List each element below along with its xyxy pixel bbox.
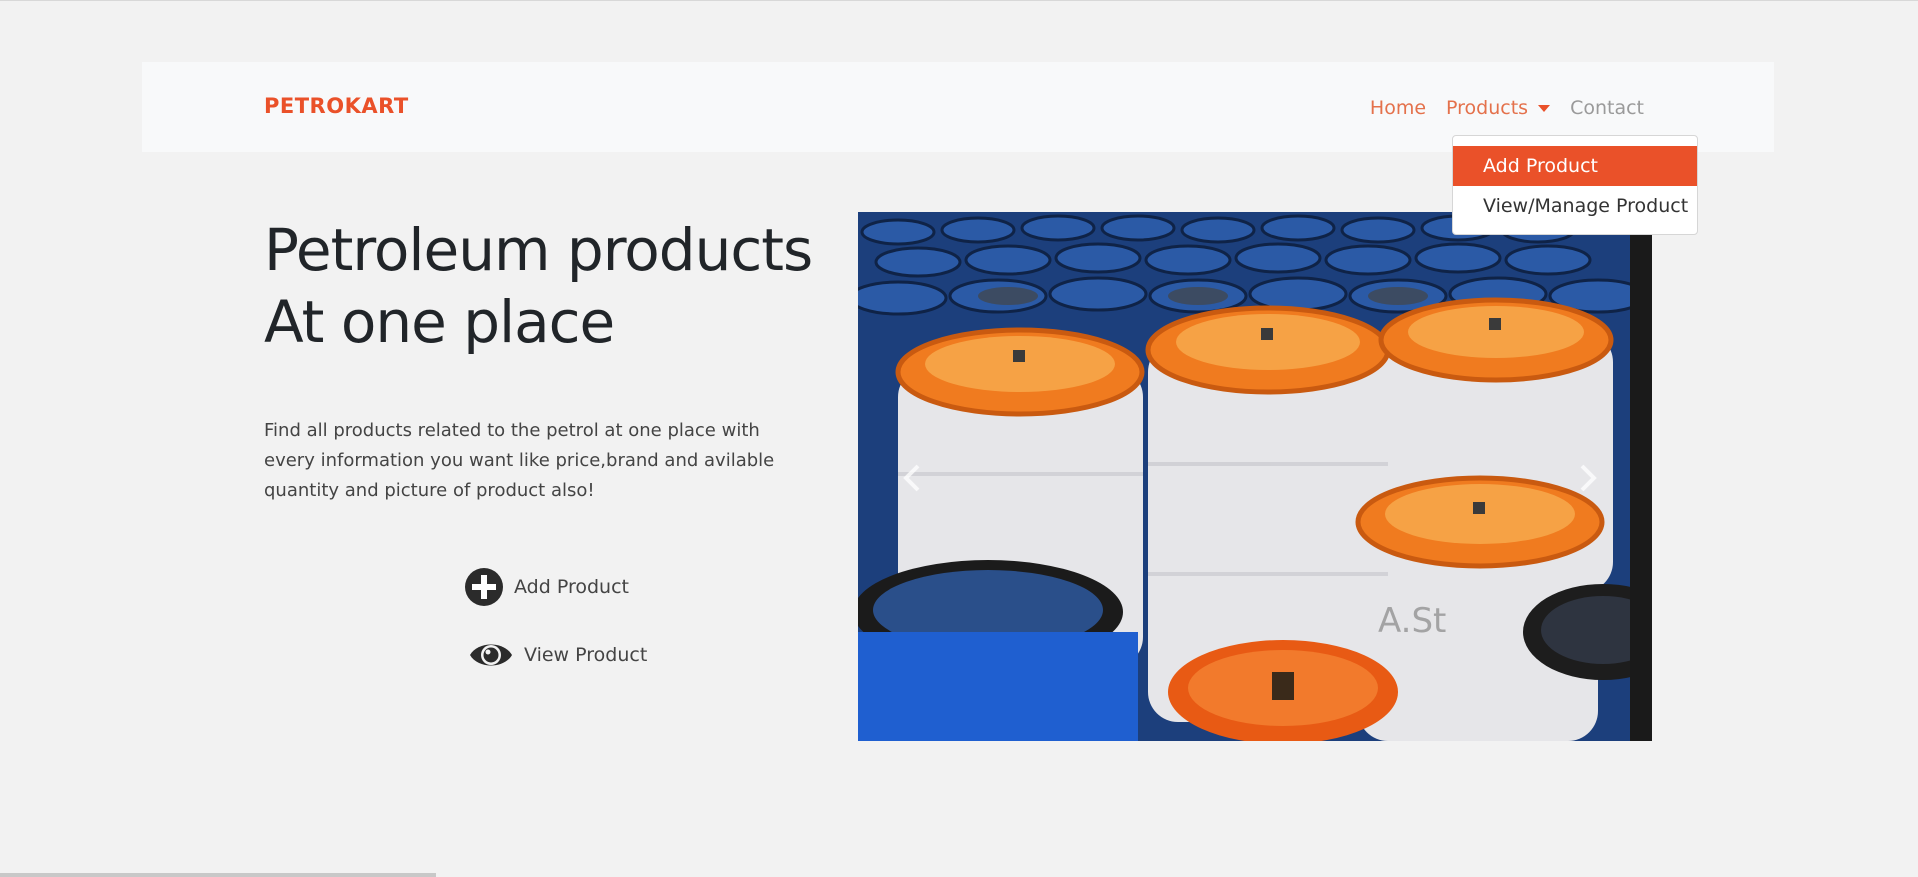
view-product-button[interactable]: View Product bbox=[468, 638, 647, 672]
add-product-button[interactable]: Add Product bbox=[464, 567, 629, 607]
carousel-prev-button[interactable] bbox=[898, 458, 928, 498]
products-dropdown-menu: Add Product View/Manage Product bbox=[1452, 135, 1698, 235]
chevron-left-icon bbox=[903, 464, 920, 492]
nav-links: Home Products Contact bbox=[1350, 96, 1644, 120]
brand-logo[interactable]: PETROKART bbox=[264, 94, 409, 118]
eye-icon bbox=[470, 644, 512, 666]
product-carousel: A.St bbox=[858, 212, 1652, 741]
carousel-edge bbox=[1630, 212, 1652, 741]
dropdown-item-view-manage-product[interactable]: View/Manage Product bbox=[1453, 186, 1697, 226]
hero-description: Find all products related to the petrol … bbox=[264, 420, 775, 501]
dropdown-item-add-product[interactable]: Add Product bbox=[1453, 146, 1697, 186]
nav-home-link[interactable]: Home bbox=[1370, 96, 1426, 120]
hero-title-line-1: Petroleum products bbox=[264, 216, 813, 284]
plus-circle-icon bbox=[465, 568, 503, 606]
chevron-right-icon bbox=[1580, 464, 1597, 492]
add-product-label: Add Product bbox=[514, 576, 629, 598]
top-border bbox=[0, 0, 1918, 1]
nav-products-label: Products bbox=[1446, 97, 1529, 119]
hero-title: Petroleum products At one place bbox=[264, 214, 813, 358]
carousel-next-button[interactable] bbox=[1572, 458, 1602, 498]
nav-products-dropdown-toggle[interactable]: Products bbox=[1446, 96, 1551, 120]
hero-title-line-2: At one place bbox=[264, 288, 615, 356]
caret-down-icon bbox=[1538, 104, 1551, 112]
nav-contact-link[interactable]: Contact bbox=[1570, 96, 1644, 120]
view-product-label: View Product bbox=[524, 644, 648, 666]
horizontal-scrollbar[interactable] bbox=[0, 873, 436, 877]
barrels-image: A.St bbox=[858, 212, 1652, 741]
svg-text:A.St: A.St bbox=[1378, 601, 1446, 641]
